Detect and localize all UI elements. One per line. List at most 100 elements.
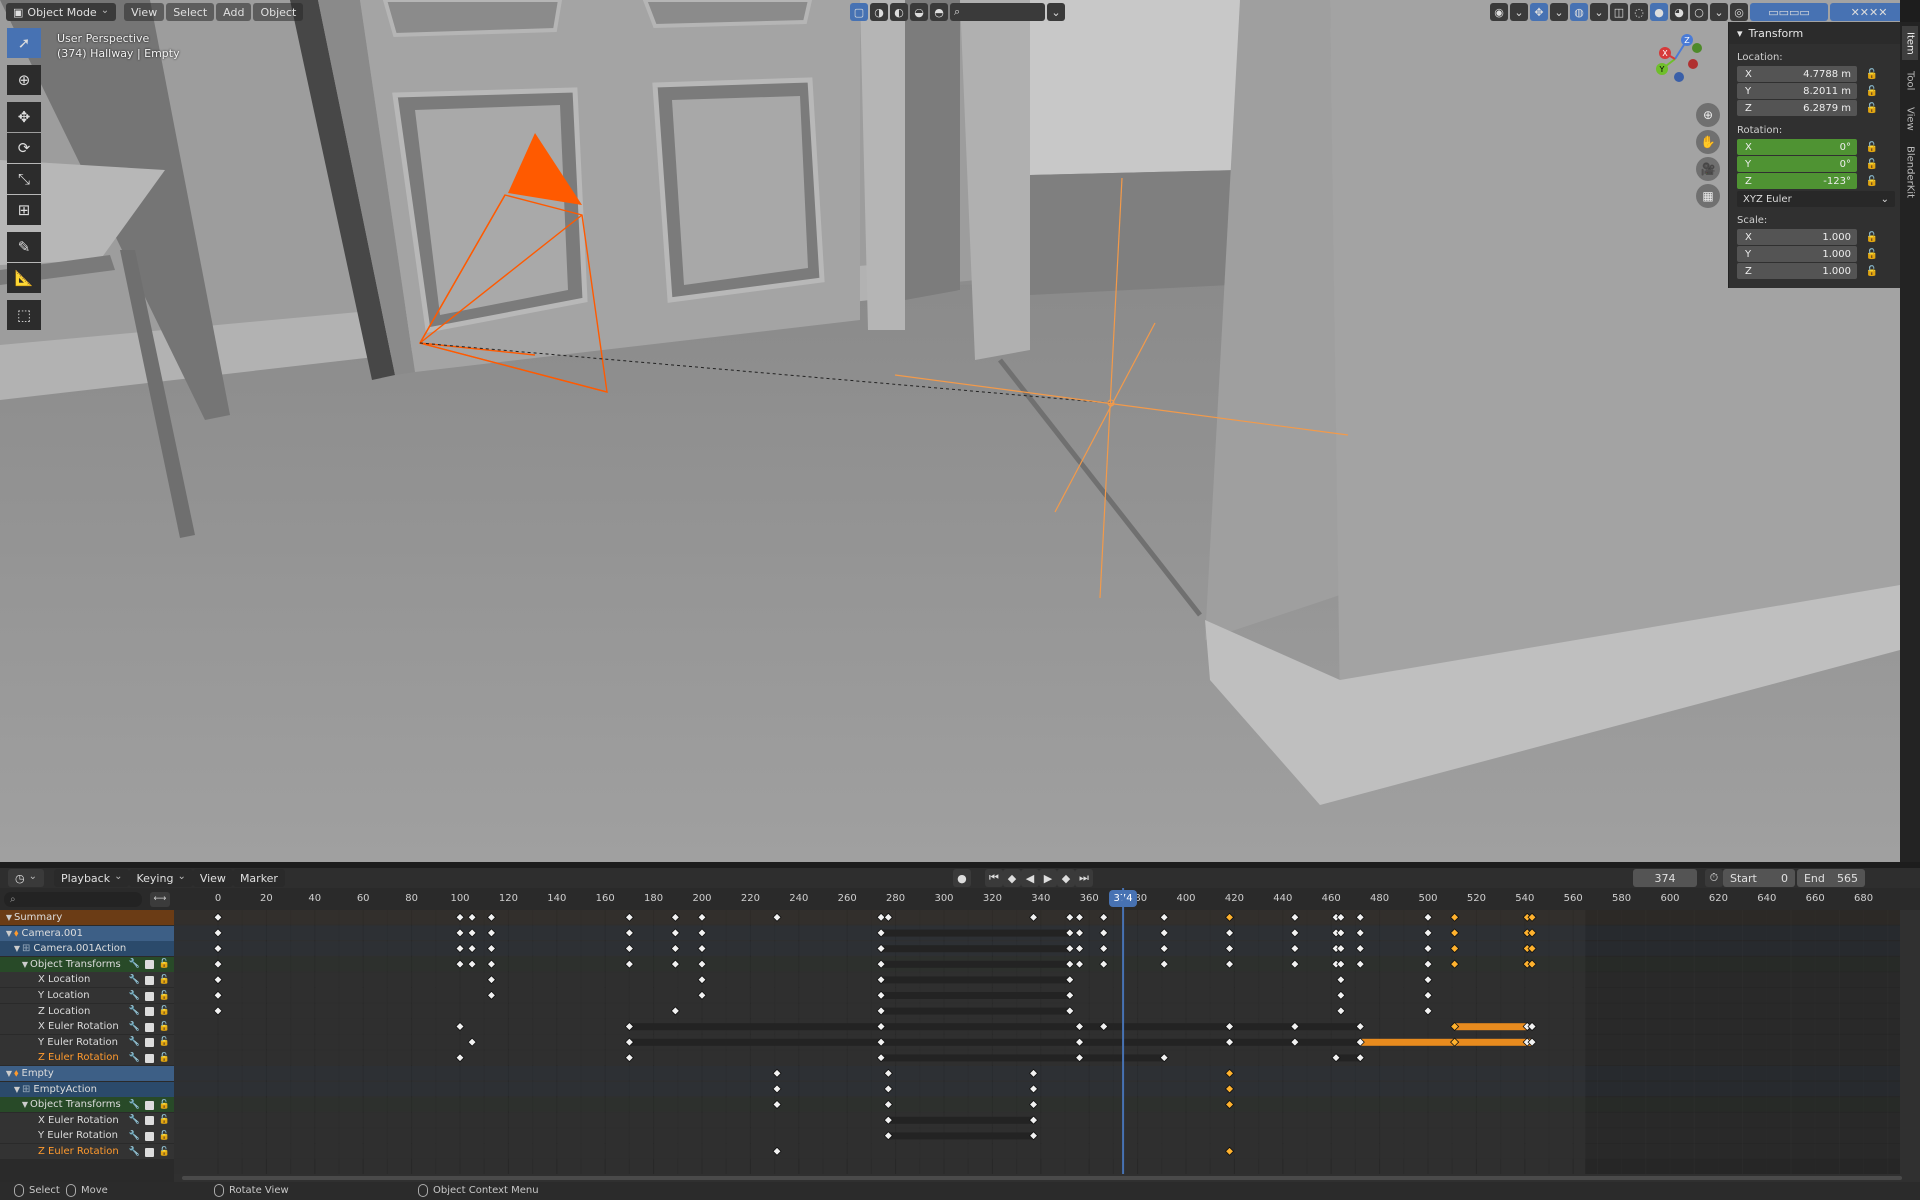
location-x-field[interactable]: X 4.7788 m	[1737, 66, 1857, 82]
cursor-icon[interactable]: ⊕	[7, 65, 41, 95]
lock-icon[interactable]: 🔓	[1863, 249, 1881, 260]
move-icon[interactable]: ✥	[7, 102, 41, 132]
neg-y-axis-icon[interactable]	[1692, 43, 1702, 53]
lock-icon[interactable]: 🔓	[1863, 103, 1881, 114]
chevron-down-icon[interactable]: ⌄	[1510, 3, 1528, 21]
lock-icon[interactable]: 🔓	[1863, 159, 1881, 170]
scale-x-field[interactable]: X 1.000	[1737, 229, 1857, 245]
transform-icon[interactable]: ⊞	[7, 195, 41, 225]
lock-icon[interactable]: 🔓	[1863, 69, 1881, 80]
add-cube-icon[interactable]: ⬚	[7, 300, 41, 330]
tool-shelf: ➚ ⊕ ✥ ⟳ ⤡ ⊞ ✎ 📐 ⬚	[7, 28, 41, 330]
tab-item[interactable]: Item	[1902, 26, 1918, 60]
gizmo-toggle-icon[interactable]: ✥	[1530, 3, 1548, 21]
horizontal-scrollbar[interactable]	[182, 1176, 1902, 1180]
3d-viewport[interactable]: ▣Object Mode View Select Add Object ▢ ◑ …	[0, 0, 1900, 862]
timeline-editor[interactable]: ◷ Playback Keying View Marker ● ⏮ ◆ ◀ ▶ …	[0, 868, 1920, 1182]
camera-view-icon[interactable]: 🎥	[1696, 157, 1720, 181]
ortho-grid-icon[interactable]: ▦	[1696, 184, 1720, 208]
door-panel-top-left	[382, 0, 563, 38]
visibility-icon[interactable]: ◉	[1490, 3, 1508, 21]
solid-shading-icon[interactable]: ●	[1650, 3, 1668, 21]
mouse-left-icon	[14, 1184, 24, 1197]
editor-type-selector[interactable]: ◷	[8, 869, 44, 887]
mode-selector[interactable]: ▣ Object Mode	[6, 3, 117, 21]
mouse-middle-icon	[214, 1184, 224, 1197]
panel-title: Transform	[1748, 26, 1804, 40]
prev-keyframe-icon[interactable]: ◆	[1002, 869, 1021, 887]
overlay-toggle-icon[interactable]: ◍	[1570, 3, 1588, 21]
measure-icon[interactable]: 📐	[7, 263, 41, 293]
scale-z-field[interactable]: Z 1.000	[1737, 263, 1857, 279]
location-y-field[interactable]: Y 8.2011 m	[1737, 83, 1857, 99]
transform-header[interactable]: ▾ Transform	[1729, 22, 1900, 44]
select-box-icon[interactable]: ➚	[7, 28, 41, 58]
menu-select[interactable]: Select	[166, 3, 215, 21]
record-icon[interactable]: ●	[952, 869, 971, 887]
scene-object-info: (374) Hallway | Empty	[57, 47, 180, 60]
layer-toggles-b[interactable]: ✕✕✕✕	[1830, 3, 1900, 21]
eye-icon[interactable]: ◎	[1730, 3, 1748, 21]
menu-view[interactable]: View	[124, 3, 165, 21]
chevron-down-icon[interactable]: ⌄	[1710, 3, 1728, 21]
chevron-down-icon: ⌄	[1880, 193, 1889, 205]
rotation-mode-select[interactable]: XYZ Euler ⌄	[1737, 191, 1895, 207]
navigation-gizmo[interactable]: Z Y X	[1645, 32, 1703, 90]
play-reverse-icon[interactable]: ◀	[1020, 869, 1039, 887]
end-frame-field[interactable]: End 565	[1796, 869, 1865, 887]
menu-playback[interactable]: Playback	[54, 869, 130, 887]
rotation-x-field[interactable]: X 0°	[1737, 139, 1857, 155]
menu-object[interactable]: Object	[253, 3, 304, 21]
pan-hand-icon[interactable]: ✋	[1696, 130, 1720, 154]
jump-start-icon[interactable]: ⏮	[984, 869, 1003, 887]
tab-blenderkit[interactable]: BlenderKit	[1902, 140, 1918, 204]
menu-marker[interactable]: Marker	[232, 869, 285, 887]
keyframe-hold-bar	[881, 960, 1070, 968]
location-y-row: Y 8.2011 m 🔓	[1737, 83, 1900, 99]
lock-icon[interactable]: 🔓	[1863, 86, 1881, 97]
zoom-icon[interactable]: ⊕	[1696, 103, 1720, 127]
rotation-y-field[interactable]: Y 0°	[1737, 156, 1857, 172]
mode-label: Object Mode	[27, 5, 97, 19]
lock-icon[interactable]: 🔓	[1863, 142, 1881, 153]
neg-x-axis-icon[interactable]	[1688, 59, 1698, 69]
location-z-field[interactable]: Z 6.2879 m	[1737, 100, 1857, 116]
annotate-icon[interactable]: ✎	[7, 232, 41, 262]
viewport-search[interactable]: ⌕	[950, 3, 1045, 21]
rotation-z-field[interactable]: Z -123°	[1737, 173, 1857, 189]
rotate-icon[interactable]: ⟳	[7, 133, 41, 163]
curtain	[1030, 0, 1240, 175]
menu-add[interactable]: Add	[216, 3, 252, 21]
lock-icon[interactable]: 🔓	[1863, 176, 1881, 187]
start-frame-field[interactable]: Start 0	[1722, 869, 1795, 887]
dropdown-icon[interactable]: ⌄	[1047, 3, 1065, 21]
next-keyframe-icon[interactable]: ◆	[1056, 869, 1075, 887]
select-mode-icon[interactable]: ▢	[850, 3, 868, 21]
select-subtract-icon[interactable]: ◐	[890, 3, 908, 21]
select-invert-icon[interactable]: ◒	[910, 3, 928, 21]
play-icon[interactable]: ▶	[1038, 869, 1057, 887]
lock-icon[interactable]: 🔓	[1863, 232, 1881, 243]
wireframe-shading-icon[interactable]: ◌	[1630, 3, 1648, 21]
tab-view[interactable]: View	[1902, 102, 1918, 136]
rendered-shading-icon[interactable]: ○	[1690, 3, 1708, 21]
lock-icon[interactable]: 🔓	[1863, 266, 1881, 277]
chevron-down-icon[interactable]: ⌄	[1590, 3, 1608, 21]
stopwatch-icon[interactable]: ⏱	[1704, 869, 1723, 887]
select-intersect-icon[interactable]: ◓	[930, 3, 948, 21]
rotation-x-row: X 0° 🔓	[1737, 139, 1900, 155]
jump-end-icon[interactable]: ⏭	[1074, 869, 1093, 887]
chevron-down-icon[interactable]: ⌄	[1550, 3, 1568, 21]
scale-icon[interactable]: ⤡	[7, 164, 41, 194]
menu-timeline-view[interactable]: View	[192, 869, 233, 887]
current-frame-field[interactable]: 374	[1632, 869, 1697, 887]
neg-z-axis-icon[interactable]	[1674, 72, 1684, 82]
layer-toggles-a[interactable]: ▭▭▭▭	[1750, 3, 1828, 21]
menu-keying[interactable]: Keying	[129, 869, 193, 887]
scale-y-field[interactable]: Y 1.000	[1737, 246, 1857, 262]
material-shading-icon[interactable]: ◕	[1670, 3, 1688, 21]
keyframe-area[interactable]	[0, 888, 1920, 1176]
tab-tool[interactable]: Tool	[1902, 64, 1918, 98]
select-extend-icon[interactable]: ◑	[870, 3, 888, 21]
xray-icon[interactable]: ◫	[1610, 3, 1628, 21]
